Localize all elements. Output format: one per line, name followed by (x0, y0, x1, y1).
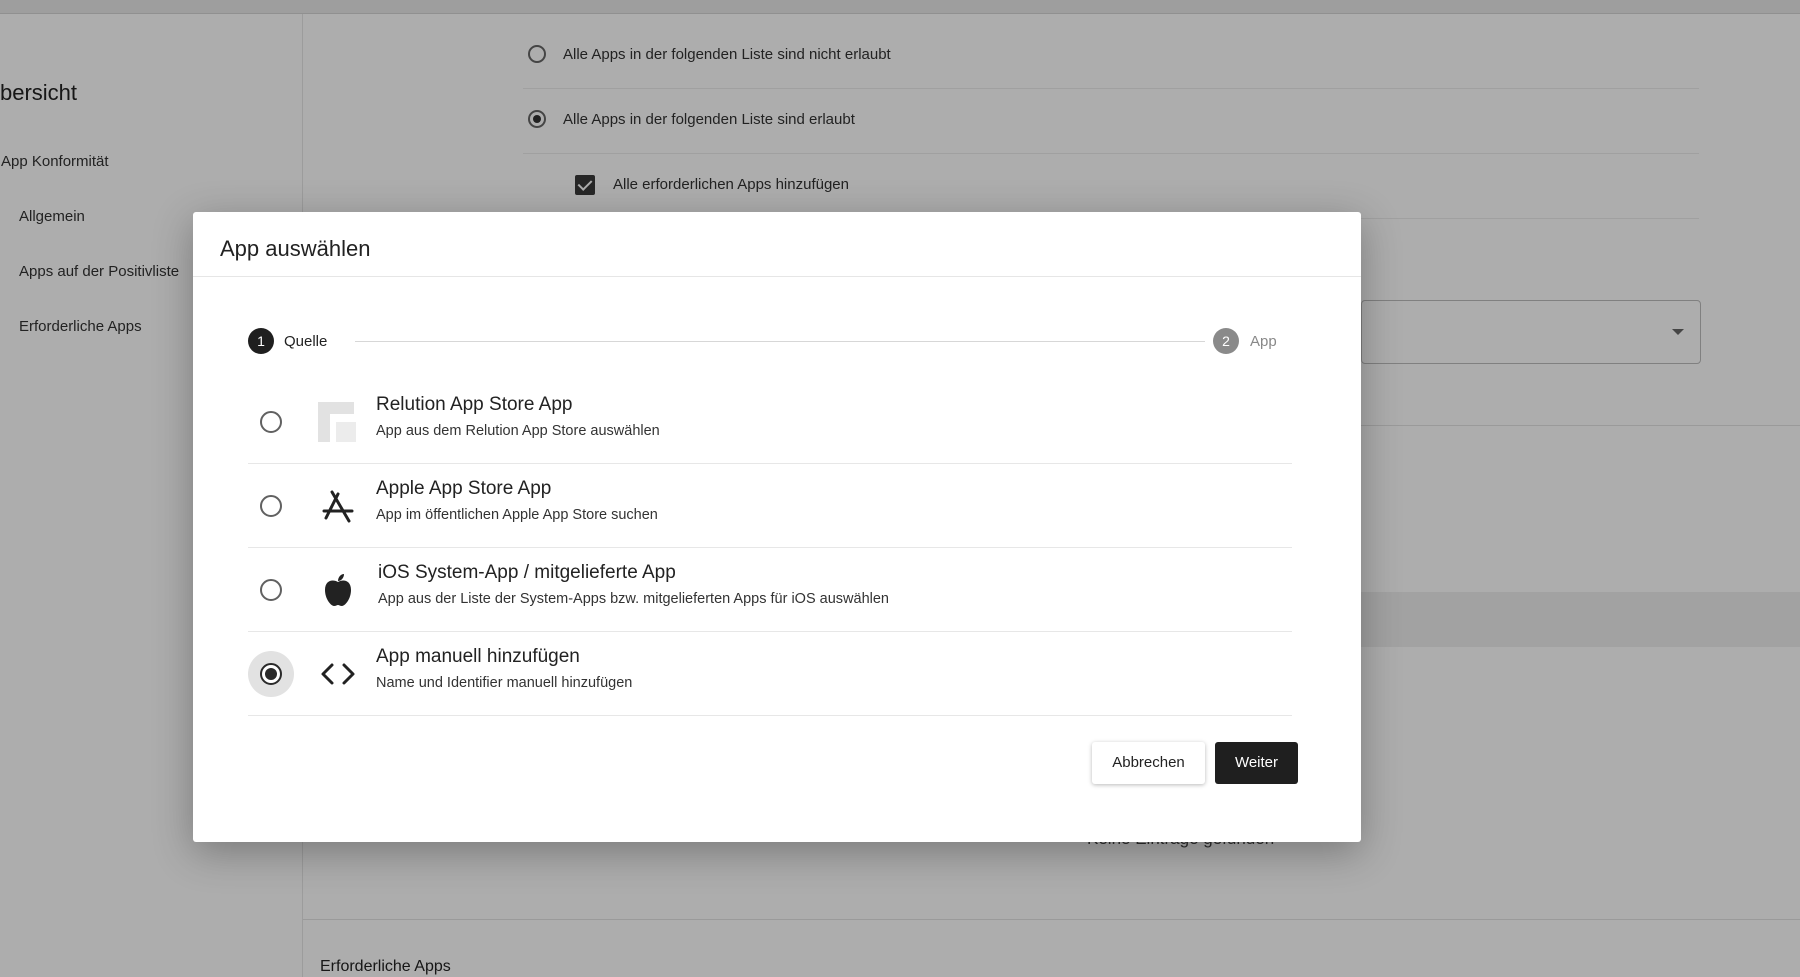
select-app-dialog: App auswählen 1 Quelle 2 App Relution Ap… (193, 212, 1361, 842)
radio-relution-wrap[interactable] (248, 399, 294, 445)
radio-apple-store-wrap[interactable] (248, 483, 294, 529)
radio-ios-system-wrap[interactable] (248, 567, 294, 613)
radio-relution[interactable] (260, 411, 282, 433)
source-title-manual: App manuell hinzufügen (376, 646, 580, 667)
source-title-apple-store: Apple App Store App (376, 478, 552, 499)
radio-manual[interactable] (260, 663, 282, 685)
source-subtitle-relution: App aus dem Relution App Store auswählen (376, 423, 660, 439)
stepper-connector (355, 341, 1205, 342)
apple-logo-icon (325, 574, 351, 606)
source-subtitle-apple-store: App im öffentlichen Apple App Store such… (376, 507, 658, 523)
source-subtitle-manual: Name und Identifier manuell hinzufügen (376, 675, 633, 691)
source-title-relution: Relution App Store App (376, 394, 573, 415)
dialog-header-divider (193, 276, 1361, 277)
source-title-ios-system: iOS System-App / mitgelieferte App (378, 562, 676, 583)
radio-apple-store[interactable] (260, 495, 282, 517)
cancel-button[interactable]: Abbrechen (1092, 742, 1205, 784)
source-option-ios-system[interactable]: iOS System-App / mitgelieferte App App a… (248, 548, 1292, 632)
code-brackets-icon (321, 663, 355, 685)
dialog-title: App auswählen (220, 236, 371, 261)
relution-store-icon (318, 402, 356, 442)
next-button[interactable]: Weiter (1215, 742, 1298, 784)
radio-ios-system[interactable] (260, 579, 282, 601)
source-option-relution[interactable]: Relution App Store App App aus dem Relut… (248, 380, 1292, 464)
step-2-badge: 2 (1213, 328, 1239, 354)
source-option-apple-store[interactable]: Apple App Store App App im öffentlichen … (248, 464, 1292, 548)
step-1-label: Quelle (284, 333, 328, 350)
source-option-manual[interactable]: App manuell hinzufügen Name und Identifi… (248, 632, 1292, 716)
radio-manual-wrap[interactable] (248, 651, 294, 697)
source-subtitle-ios-system: App aus der Liste der System-Apps bzw. m… (378, 591, 889, 607)
step-2-label: App (1250, 333, 1277, 350)
step-1-badge: 1 (248, 328, 274, 354)
app-store-icon (322, 490, 354, 523)
